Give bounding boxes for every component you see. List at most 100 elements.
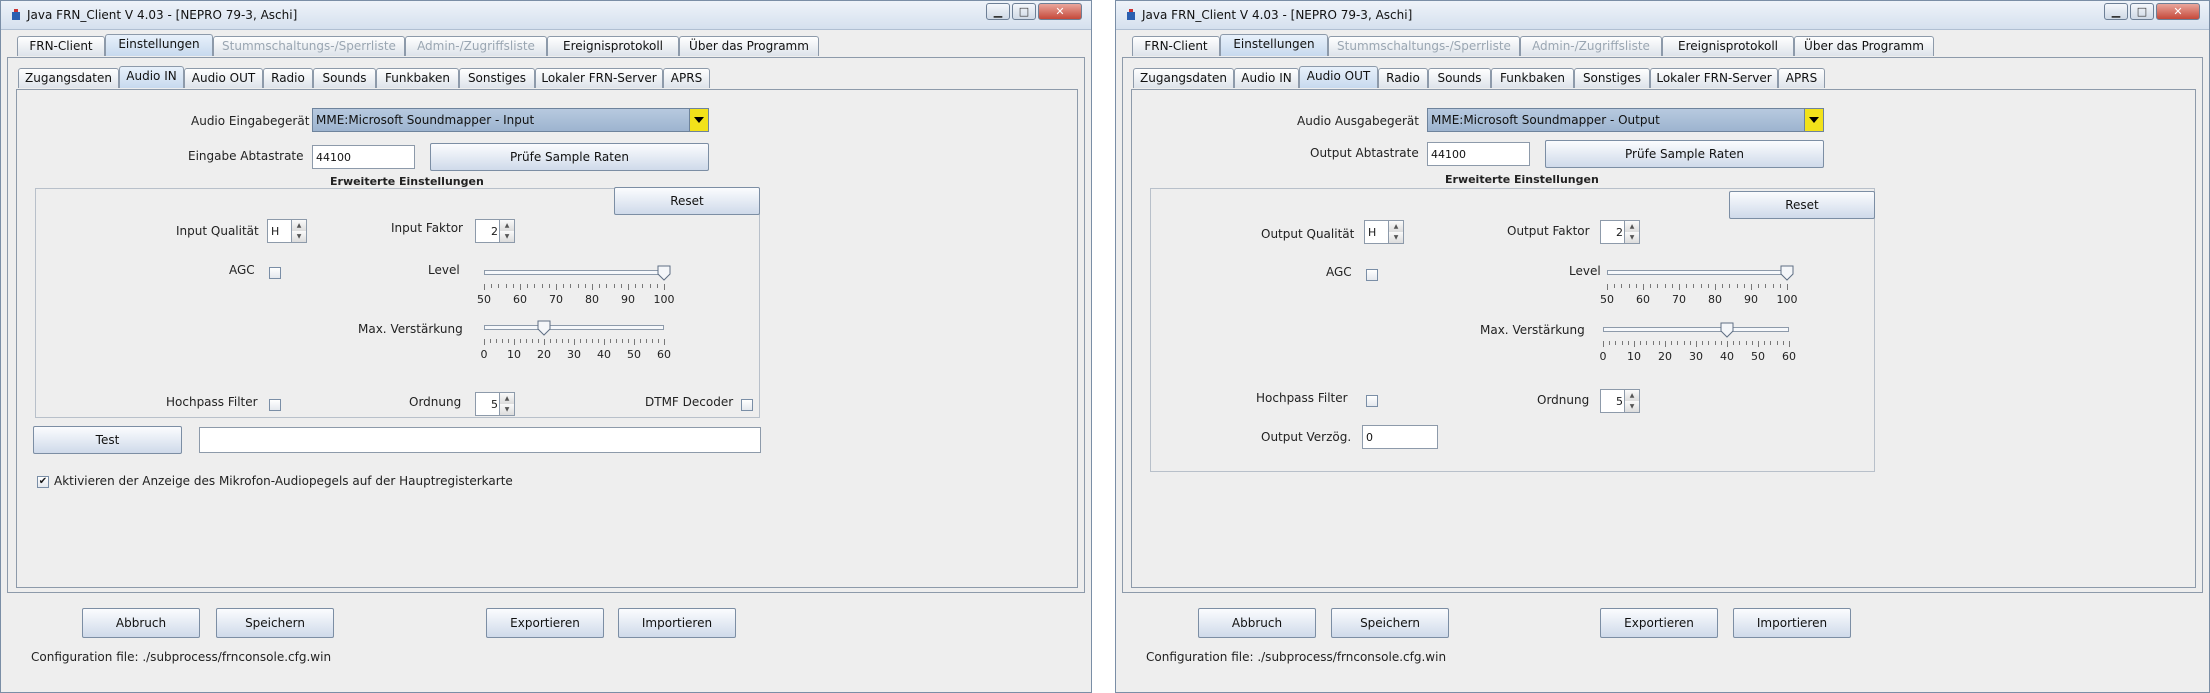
subtab-funkbaken[interactable]: Funkbaken xyxy=(376,68,459,88)
highpass-checkbox[interactable] xyxy=(269,399,281,411)
chevron-down-icon[interactable] xyxy=(1804,109,1823,131)
tab-frn-client[interactable]: FRN-Client xyxy=(17,36,105,56)
test-button[interactable]: Test xyxy=(33,426,182,454)
sample-rate-field[interactable]: 44100 xyxy=(312,145,415,169)
tab-ueber-das-programm[interactable]: Über das Programm xyxy=(679,36,819,56)
subtab-zugangsdaten[interactable]: Zugangsdaten xyxy=(18,68,119,88)
slider-tick-label: 80 xyxy=(1708,293,1722,306)
cancel-button[interactable]: Abbruch xyxy=(82,608,200,638)
order-spinner[interactable]: 5 ▲ ▼ xyxy=(1600,389,1640,413)
minimize-button[interactable]: ▁ xyxy=(986,3,1010,20)
output-device-select[interactable]: MME:Microsoft Soundmapper - Output xyxy=(1427,108,1824,132)
subtab-audio-out[interactable]: Audio OUT xyxy=(1299,66,1378,88)
subtab-zugangsdaten[interactable]: Zugangsdaten xyxy=(1133,68,1234,88)
subtab-audio-in[interactable]: Audio IN xyxy=(119,66,184,88)
slider-tick xyxy=(1683,341,1685,345)
tab-ereignisprotokoll[interactable]: Ereignisprotokoll xyxy=(1662,36,1794,56)
tab-frn-client[interactable]: FRN-Client xyxy=(1132,36,1220,56)
subtab-sounds[interactable]: Sounds xyxy=(1428,68,1491,88)
reset-button[interactable]: Reset xyxy=(614,187,760,215)
subtab-radio[interactable]: Radio xyxy=(263,68,313,88)
dtmf-checkbox[interactable] xyxy=(741,399,753,411)
slider-tick xyxy=(1614,284,1616,288)
output-delay-field[interactable]: 0 xyxy=(1362,425,1438,449)
spinner-down-icon[interactable]: ▼ xyxy=(1389,232,1403,243)
spinner-down-icon[interactable]: ▼ xyxy=(1625,232,1639,243)
subtab-aprs[interactable]: APRS xyxy=(1778,68,1825,88)
tab-stummschaltungs-sperrliste[interactable]: Stummschaltungs-/Sperrliste xyxy=(213,36,405,56)
input-factor-value: 2 xyxy=(491,225,498,238)
slider-tick xyxy=(520,339,521,343)
minimize-button[interactable]: ▁ xyxy=(2104,3,2128,20)
chevron-down-icon[interactable] xyxy=(689,109,708,131)
level-slider-thumb[interactable] xyxy=(657,265,671,281)
spinner-down-icon[interactable]: ▼ xyxy=(1625,401,1639,412)
spinner-down-icon[interactable]: ▼ xyxy=(292,231,306,242)
slider-tick xyxy=(1729,284,1731,288)
slider-tick xyxy=(526,339,527,343)
tab-einstellungen[interactable]: Einstellungen xyxy=(1220,34,1328,56)
input-factor-spinner[interactable]: 2 ▲ ▼ xyxy=(475,219,515,243)
tab-admin-zugriffsliste[interactable]: Admin-/Zugriffsliste xyxy=(405,36,547,56)
subtab-sonstiges[interactable]: Sonstiges xyxy=(1574,68,1650,88)
cancel-button[interactable]: Abbruch xyxy=(1198,608,1316,638)
input-device-select[interactable]: MME:Microsoft Soundmapper - Input xyxy=(312,108,709,132)
subtab-audio-in[interactable]: Audio IN xyxy=(1234,68,1299,88)
agc-checkbox[interactable] xyxy=(1366,269,1378,281)
highpass-checkbox[interactable] xyxy=(1366,395,1378,407)
slider-tick xyxy=(1665,341,1666,347)
show-level-checkbox[interactable]: ✔ xyxy=(37,476,49,488)
level-label: Level xyxy=(428,263,460,277)
tab-einstellungen[interactable]: Einstellungen xyxy=(105,34,213,56)
subtab-radio[interactable]: Radio xyxy=(1378,68,1428,88)
export-button[interactable]: Exportieren xyxy=(1600,608,1718,638)
gain-slider-track[interactable] xyxy=(484,325,664,330)
level-slider-track[interactable] xyxy=(484,270,664,275)
slider-tick xyxy=(1707,284,1709,288)
input-quality-spinner[interactable]: H ▲ ▼ xyxy=(267,219,307,243)
slider-tick xyxy=(484,339,485,345)
tab-admin-zugriffsliste[interactable]: Admin-/Zugriffsliste xyxy=(1520,36,1662,56)
main-tabs: FRN-Client Einstellungen Stummschaltungs… xyxy=(1132,34,2192,58)
subtab-funkbaken[interactable]: Funkbaken xyxy=(1491,68,1574,88)
tab-stummschaltungs-sperrliste[interactable]: Stummschaltungs-/Sperrliste xyxy=(1328,36,1520,56)
subtab-audio-out[interactable]: Audio OUT xyxy=(184,68,263,88)
tab-ereignisprotokoll[interactable]: Ereignisprotokoll xyxy=(547,36,679,56)
maximize-button[interactable]: □ xyxy=(2130,3,2154,20)
gain-slider-track[interactable] xyxy=(1603,327,1789,332)
audio-in-panel: Audio Eingabegerät MME:Microsoft Soundma… xyxy=(16,89,1078,588)
subtab-sounds[interactable]: Sounds xyxy=(313,68,376,88)
import-button[interactable]: Importieren xyxy=(1733,608,1851,638)
slider-tick xyxy=(1671,284,1673,288)
gain-slider-thumb[interactable] xyxy=(1720,322,1734,338)
check-sample-rates-button[interactable]: Prüfe Sample Raten xyxy=(1545,140,1824,168)
tab-ueber-das-programm[interactable]: Über das Programm xyxy=(1794,36,1934,56)
subtab-lokaler-frn-server[interactable]: Lokaler FRN-Server xyxy=(535,68,663,88)
main-tab-panel: Zugangsdaten Audio IN Audio OUT Radio So… xyxy=(7,57,1085,593)
spinner-down-icon[interactable]: ▼ xyxy=(500,231,514,242)
output-factor-spinner[interactable]: 2 ▲ ▼ xyxy=(1600,220,1640,244)
output-quality-spinner[interactable]: H ▲ ▼ xyxy=(1364,220,1404,244)
reset-button[interactable]: Reset xyxy=(1729,191,1875,219)
import-button[interactable]: Importieren xyxy=(618,608,736,638)
save-button[interactable]: Speichern xyxy=(216,608,334,638)
gain-slider-thumb[interactable] xyxy=(537,320,551,336)
subtab-lokaler-frn-server[interactable]: Lokaler FRN-Server xyxy=(1650,68,1778,88)
subtab-aprs[interactable]: APRS xyxy=(663,68,710,88)
subtab-sonstiges[interactable]: Sonstiges xyxy=(459,68,535,88)
slider-tick xyxy=(1758,341,1759,347)
order-spinner[interactable]: 5 ▲ ▼ xyxy=(475,392,515,416)
level-slider-track[interactable] xyxy=(1607,270,1787,275)
close-button[interactable]: ✕ xyxy=(2156,3,2200,20)
export-button[interactable]: Exportieren xyxy=(486,608,604,638)
close-button[interactable]: ✕ xyxy=(1038,3,1082,20)
spinner-down-icon[interactable]: ▼ xyxy=(500,404,514,415)
sample-rate-field[interactable]: 44100 xyxy=(1427,142,1530,166)
maximize-button[interactable]: □ xyxy=(1012,3,1036,20)
check-sample-rates-button[interactable]: Prüfe Sample Raten xyxy=(430,143,709,171)
level-slider-thumb[interactable] xyxy=(1780,265,1794,281)
slider-tick-label: 50 xyxy=(627,348,641,361)
save-button[interactable]: Speichern xyxy=(1331,608,1449,638)
agc-checkbox[interactable] xyxy=(269,267,281,279)
slider-tick xyxy=(1657,284,1659,288)
